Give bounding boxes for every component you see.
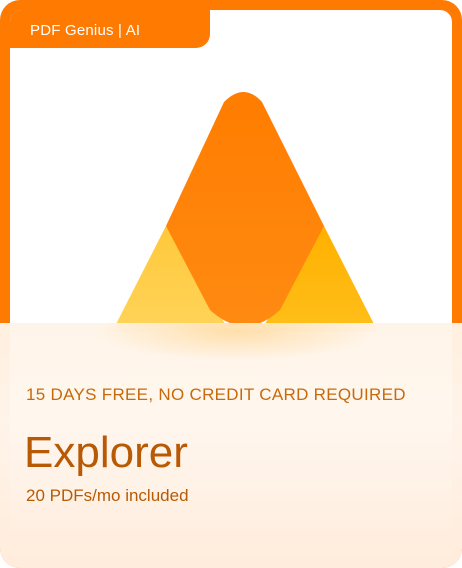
- plan-quota: 20 PDFs/mo included: [26, 486, 189, 505]
- plan-name: Explorer: [24, 428, 188, 477]
- brand-label: PDF Genius | AI: [30, 22, 141, 39]
- pdf-genius-logo-icon: [112, 92, 378, 332]
- plan-card[interactable]: PDF Genius | AI 15 DAYS FREE, NO CREDIT …: [0, 0, 462, 568]
- trial-note: 15 DAYS FREE, NO CREDIT CARD REQUIRED: [26, 385, 406, 404]
- folder-tab: PDF Genius | AI: [10, 10, 210, 48]
